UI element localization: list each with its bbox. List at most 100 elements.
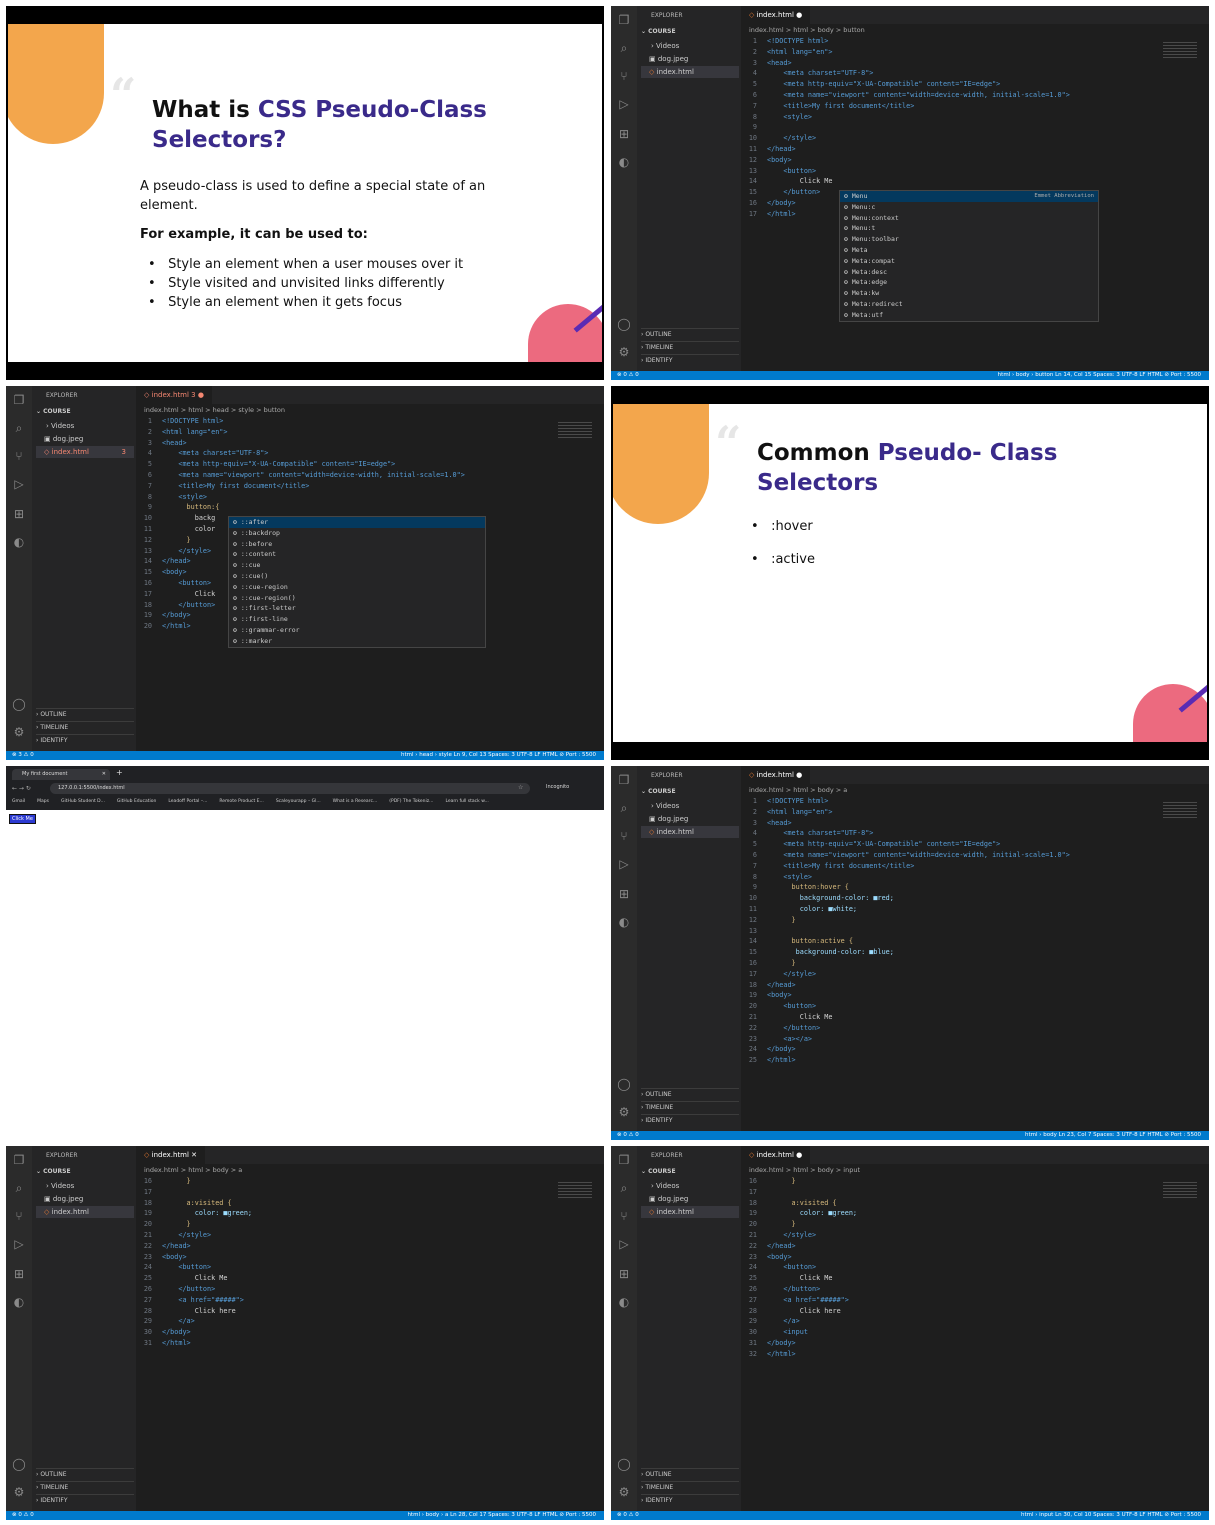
folder-course[interactable]: ⌄ COURSE [36,1166,134,1178]
autocomplete-item[interactable]: ⚙ ::cue-region() [229,593,485,604]
sidebar-item-videos[interactable]: › Videos [641,1180,739,1192]
bookmark-item[interactable]: Gmail [12,799,25,804]
identify-section[interactable]: › IDENTIFY [36,1494,134,1506]
files-icon[interactable]: ❐ [616,12,632,28]
star-icon[interactable]: ☆ [518,784,523,791]
outline-section[interactable]: › OUTLINE [641,1088,739,1100]
autocomplete-item[interactable]: ⚙ ::after [229,517,485,528]
sidebar-item-index[interactable]: ◇ index.html [641,66,739,78]
autocomplete-item[interactable]: ⚙ Menu:t [840,223,1098,234]
bookmark-item[interactable]: GitHub Education [117,799,156,804]
autocomplete-item[interactable]: ⚙ ::cue() [229,571,485,582]
extensions-icon[interactable]: ⊞ [11,1266,27,1282]
autocomplete-item[interactable]: ⚙ ::content [229,549,485,560]
bookmark-item[interactable]: Leadoff Portal –... [168,799,207,804]
sidebar-item-videos[interactable]: › Videos [641,800,739,812]
remote-icon[interactable]: ◐ [616,914,632,930]
search-icon[interactable]: ⌕ [11,420,27,436]
folder-course[interactable]: ⌄ COURSE [641,26,739,38]
extensions-icon[interactable]: ⊞ [616,126,632,142]
code-editor[interactable]: 1 <!DOCTYPE html> 2 <html lang="en"> 3 <head>… [741,796,1199,1128]
remote-icon[interactable]: ◐ [11,534,27,550]
run-debug-icon[interactable]: ▷ [11,1236,27,1252]
search-icon[interactable]: ⌕ [616,40,632,56]
autocomplete-item[interactable]: ⚙ ::first-letter [229,603,485,614]
autocomplete-item[interactable]: ⚙ Meta:kw [840,288,1098,299]
nav-buttons[interactable]: ← → ↻ [12,785,31,792]
autocomplete-item[interactable]: ⚙ ::marker [229,636,485,647]
autocomplete-item[interactable]: ⚙ Meta:desc [840,267,1098,278]
files-icon[interactable]: ❐ [11,1152,27,1168]
identify-section[interactable]: › IDENTIFY [641,354,739,366]
status-problems[interactable]: ⊗ 0 ⚠ 0 [12,1511,34,1520]
folder-course[interactable]: ⌄ COURSE [36,406,134,418]
status-info[interactable]: html › body › a Ln 28, Col 17 Spaces: 3 … [407,1511,596,1520]
tab-index[interactable]: ◇ index.html 3 ● [136,386,212,404]
remote-icon[interactable]: ◐ [616,154,632,170]
source-control-icon[interactable]: ⑂ [616,68,632,84]
remote-icon[interactable]: ◐ [11,1294,27,1310]
outline-section[interactable]: › OUTLINE [36,1468,134,1480]
gear-icon[interactable]: ⚙ [11,724,27,740]
source-control-icon[interactable]: ⑂ [616,1208,632,1224]
autocomplete-item[interactable]: ⚙ Meta:utf [840,310,1098,321]
bookmark-item[interactable]: Maps [37,799,49,804]
outline-section[interactable]: › OUTLINE [641,328,739,340]
sidebar-item-index[interactable]: ◇ index.html [641,826,739,838]
timeline-section[interactable]: › TIMELINE [36,1481,134,1493]
run-debug-icon[interactable]: ▷ [616,1236,632,1252]
timeline-section[interactable]: › TIMELINE [36,721,134,733]
autocomplete-item[interactable]: ⚙ Menu Emmet Abbreviation [840,191,1098,202]
source-control-icon[interactable]: ⑂ [616,828,632,844]
bookmark-item[interactable]: (PDF) The Tokeniz... [389,799,433,804]
code-editor[interactable]: 16 } 17 18 a:visited {19 color: ■green; 20 … [741,1176,1199,1508]
identify-section[interactable]: › IDENTIFY [641,1114,739,1126]
new-tab-button[interactable]: + [116,768,123,777]
files-icon[interactable]: ❐ [11,392,27,408]
status-info[interactable]: html › input Ln 30, Col 10 Spaces: 3 UTF… [1021,1511,1201,1520]
bookmark-item[interactable]: Scaleyourapp – Gl... [276,799,321,804]
extensions-icon[interactable]: ⊞ [616,886,632,902]
autocomplete-item[interactable]: ⚙ Meta [840,245,1098,256]
autocomplete-item[interactable]: ⚙ ::first-line [229,614,485,625]
identify-section[interactable]: › IDENTIFY [641,1494,739,1506]
tab-index[interactable]: ◇ index.html ● [741,766,811,784]
sidebar-item-dog[interactable]: ▣ dog.jpeg [641,53,739,65]
identify-section[interactable]: › IDENTIFY [36,734,134,746]
tab-index[interactable]: ◇ index.html ● [741,1146,811,1164]
gear-icon[interactable]: ⚙ [616,1104,632,1120]
tab-index[interactable]: ◇ index.html ● [741,6,811,24]
bookmark-item[interactable]: Learn full stack w... [445,799,488,804]
folder-course[interactable]: ⌄ COURSE [641,786,739,798]
source-control-icon[interactable]: ⑂ [11,1208,27,1224]
click-me-button[interactable]: Click Me [9,814,36,824]
autocomplete-item[interactable]: ⚙ Menu:context [840,213,1098,224]
account-icon[interactable]: ◯ [11,1456,27,1472]
tab-index[interactable]: ◇ index.html ✕ [136,1146,206,1164]
autocomplete-item[interactable]: ⚙ Menu:toolbar [840,234,1098,245]
autocomplete-item[interactable]: ⚙ ::backdrop [229,528,485,539]
autocomplete-item[interactable]: ⚙ Menu:c [840,202,1098,213]
autocomplete-item[interactable]: ⚙ Meta:compat [840,256,1098,267]
sidebar-item-videos[interactable]: › Videos [36,420,134,432]
source-control-icon[interactable]: ⑂ [11,448,27,464]
search-icon[interactable]: ⌕ [616,800,632,816]
run-debug-icon[interactable]: ▷ [616,96,632,112]
gear-icon[interactable]: ⚙ [11,1484,27,1500]
status-info[interactable]: html › head › style Ln 9, Col 13 Spaces:… [401,751,596,760]
autocomplete-item[interactable]: ⚙ ::before [229,539,485,550]
extensions-icon[interactable]: ⊞ [616,1266,632,1282]
gear-icon[interactable]: ⚙ [616,1484,632,1500]
sidebar-item-dog[interactable]: ▣ dog.jpeg [36,433,134,445]
sidebar-item-index[interactable]: ◇ index.html 3 [36,446,134,458]
autocomplete-item[interactable]: ⚙ ::grammar-error [229,625,485,636]
sidebar-item-videos[interactable]: › Videos [641,40,739,52]
bookmark-item[interactable]: What is a Researc... [333,799,378,804]
autocomplete-item[interactable]: ⚙ ::cue-region [229,582,485,593]
sidebar-item-index[interactable]: ◇ index.html [641,1206,739,1218]
bookmark-item[interactable]: GitHub Student D... [61,799,105,804]
code-editor[interactable]: 16 } 17 18 a:visited {19 color: ■green; 20 … [136,1176,594,1508]
search-icon[interactable]: ⌕ [11,1180,27,1196]
incognito-badge[interactable]: Incognito [546,784,569,790]
folder-course[interactable]: ⌄ COURSE [641,1166,739,1178]
